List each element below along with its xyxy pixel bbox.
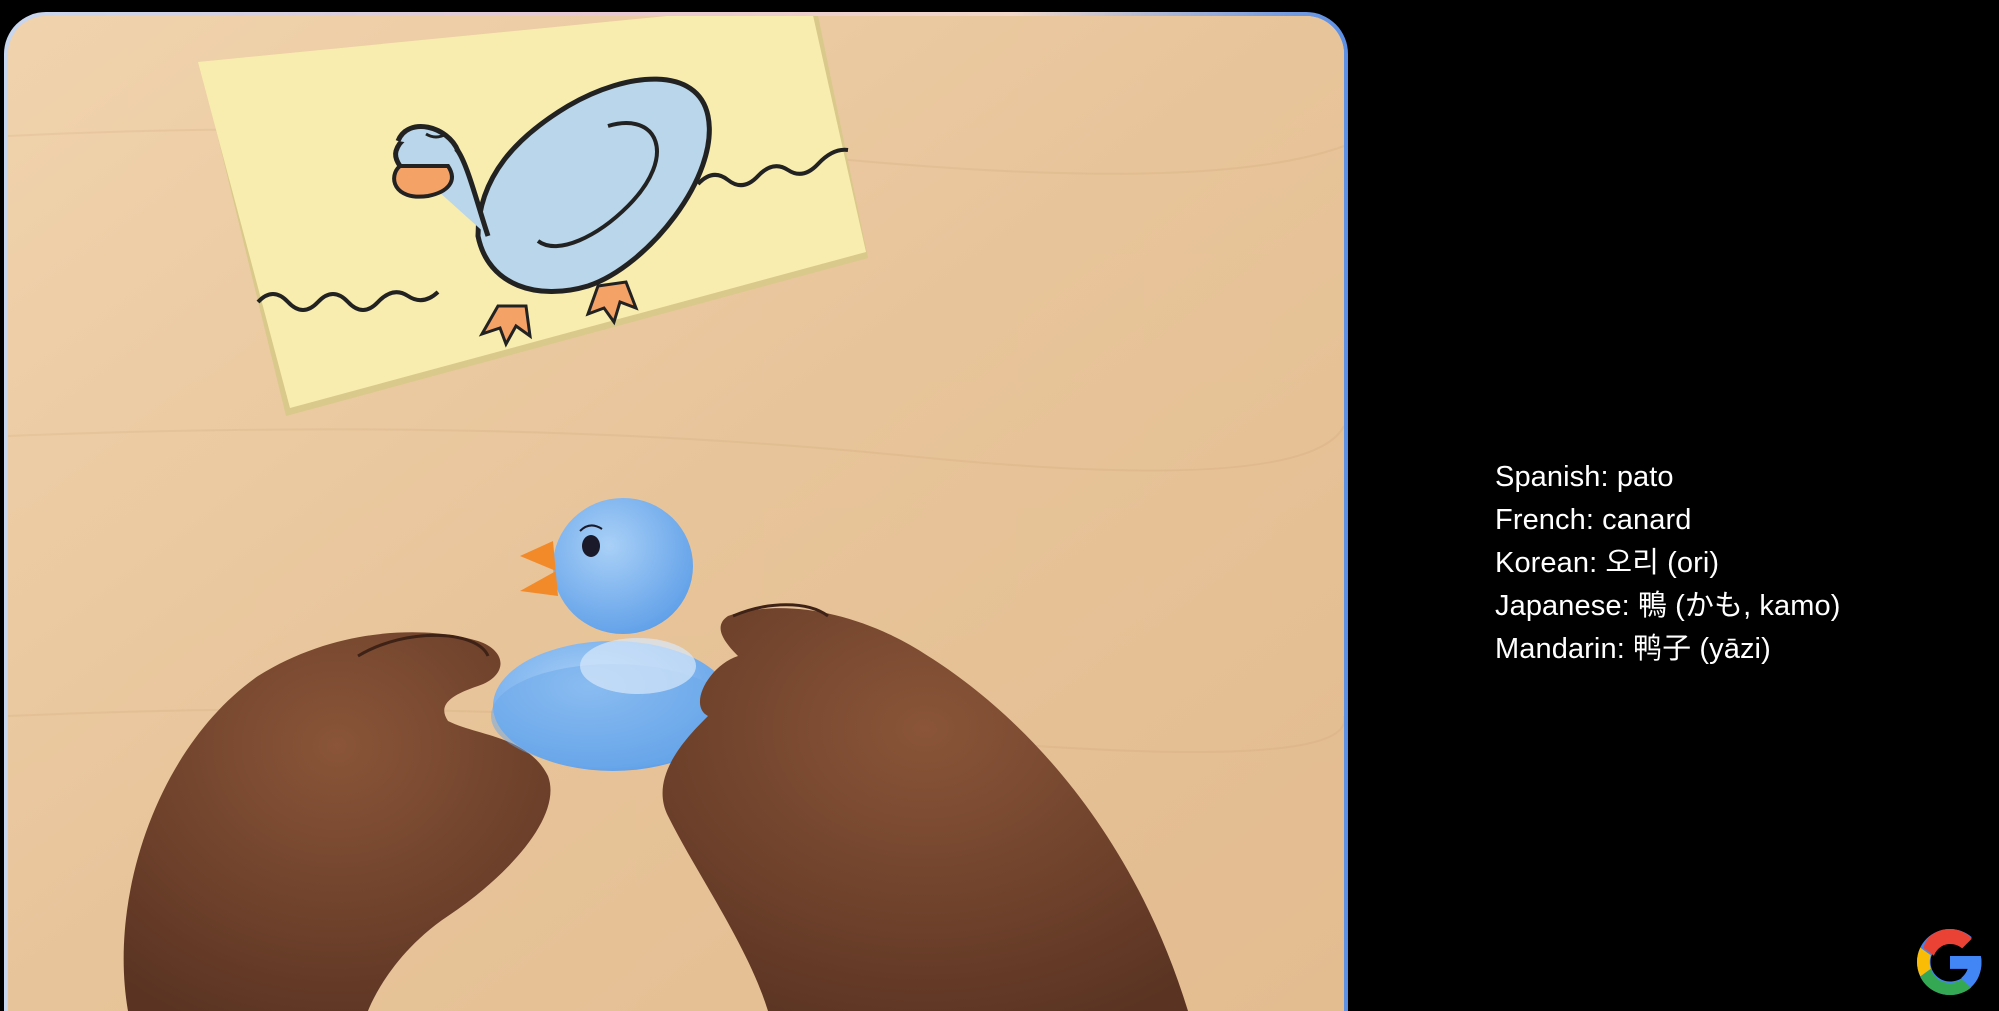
caption-line-korean: Korean: 오리 (ori) xyxy=(1495,547,1720,579)
caption-line-japanese: Japanese: 鴨 (かも, kamo) xyxy=(1495,590,1841,622)
translation-caption: Spanish: pato French: canard Korean: 오리 … xyxy=(1495,456,1841,671)
caption-line-spanish: Spanish: pato xyxy=(1495,461,1674,493)
video-frame[interactable] xyxy=(8,16,1344,1011)
caption-line-french: French: canard xyxy=(1495,504,1692,536)
google-g-icon xyxy=(1917,929,1982,995)
caption-line-mandarin: Mandarin: 鸭子 (yāzi) xyxy=(1495,633,1771,665)
video-scene xyxy=(8,16,1344,1011)
